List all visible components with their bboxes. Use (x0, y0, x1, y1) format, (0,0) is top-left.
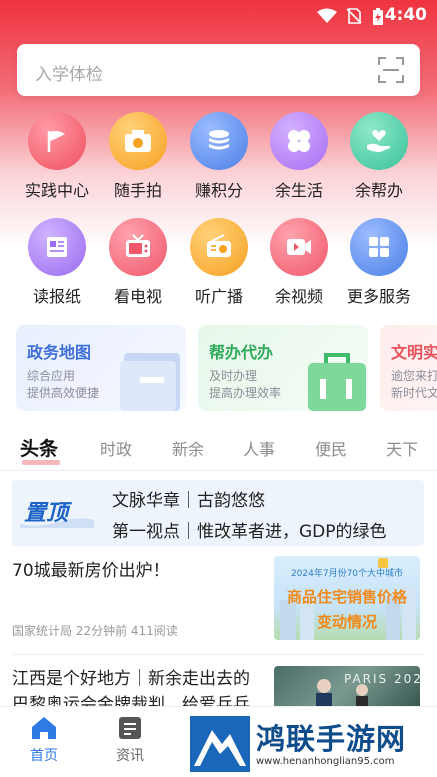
news-tabs: 头条 时政 新余 人事 便民 天下 (0, 428, 437, 468)
watermark-logo (190, 716, 250, 772)
nav-news[interactable]: 资讯 (100, 715, 160, 765)
thumbnail-caption: 商品住宅销售价格 (286, 588, 407, 606)
pinned-headline[interactable]: 第一视点｜惟改革者进，GDP的绿色 (112, 517, 387, 542)
service-label: 余生活 (274, 181, 323, 200)
radio-icon (190, 218, 248, 276)
pinned-badge: 置顶 (20, 501, 94, 528)
service-watch-tv[interactable]: 看电视 (98, 218, 178, 307)
status-bar: 4:40 (0, 0, 437, 30)
service-more[interactable]: 更多服务 (339, 218, 419, 307)
news-meta: 国家统计局 22分钟前 411阅读 (12, 624, 178, 638)
service-label: 随手拍 (113, 181, 162, 200)
news-item[interactable]: 江西是个好地方｜新余走出去的巴黎奥运会金牌裁判，给爱乒乓 PARIS 2024 (0, 664, 437, 715)
service-read-newspaper[interactable]: 读报纸 (17, 218, 97, 307)
battery-charging-icon (373, 8, 383, 25)
nav-home[interactable]: 首页 (14, 715, 74, 765)
tab-world[interactable]: 天下 (386, 436, 418, 460)
card-title: 政务地图 (27, 343, 92, 362)
four-petal-icon (270, 112, 328, 170)
pinned-news[interactable]: 置顶 文脉华章｜古韵悠悠 第一视点｜惟改革者进，GDP的绿色 (12, 480, 424, 546)
video-play-icon (270, 218, 328, 276)
divider (12, 654, 425, 655)
service-label: 听广播 (194, 287, 243, 306)
service-yu-life[interactable]: 余生活 (259, 112, 339, 201)
service-label: 实践中心 (24, 181, 89, 200)
card-civilization[interactable]: 文明实 逾您来打 新时代文 (380, 325, 437, 411)
status-time: 4:40 (384, 5, 427, 25)
grid-apps-icon (350, 218, 408, 276)
service-practice-center[interactable]: 实践中心 (17, 112, 97, 201)
heart-hand-icon (350, 112, 408, 170)
card-subtitle: 及时办理 (209, 369, 258, 383)
pinned-badge-text: 置顶 (24, 501, 73, 526)
search-placeholder: 入学体检 (35, 65, 103, 85)
tab-personnel[interactable]: 人事 (243, 436, 275, 460)
card-subtitle: 综合应用 (27, 369, 76, 383)
thumbnail-caption: 变动情况 (316, 613, 377, 631)
card-help-agency[interactable]: 帮办代办 及时办理 提高办理效率 (198, 325, 368, 411)
tab-xinyu[interactable]: 新余 (172, 436, 204, 460)
card-gov-map[interactable]: 政务地图 综合应用 提供高效便捷 (16, 325, 186, 411)
card-subtitle: 提供高效便捷 (27, 386, 100, 400)
service-earn-points[interactable]: 赚积分 (179, 112, 259, 201)
service-label: 更多服务 (346, 287, 411, 306)
watermark-url: www.henanhonglian95.com (256, 756, 395, 767)
search-bar[interactable]: 入学体检 (17, 44, 420, 96)
nav-label: 资讯 (116, 748, 144, 764)
watermark-banner: 鸿联手游网 www.henanhonglian95.com (186, 712, 437, 776)
service-label: 看电视 (113, 287, 162, 306)
service-label: 余帮办 (354, 181, 403, 200)
pinned-headline[interactable]: 文脉华章｜古韵悠悠 (112, 486, 265, 511)
divider (0, 470, 437, 471)
service-radio[interactable]: 听广播 (179, 218, 259, 307)
newspaper-icon (28, 218, 86, 276)
scan-icon[interactable] (378, 57, 404, 83)
camera-icon (109, 112, 167, 170)
service-snapshot[interactable]: 随手拍 (98, 112, 178, 201)
service-label: 余视频 (274, 287, 323, 306)
tab-politics[interactable]: 时政 (100, 436, 132, 460)
thumbnail-caption: 2024年7月份70个大中城市 (290, 569, 404, 579)
nav-label: 首页 (30, 748, 58, 764)
card-subtitle: 逾您来打 (391, 369, 437, 383)
card-title: 帮办代办 (209, 343, 274, 362)
feature-cards: 政务地图 综合应用 提供高效便捷 帮办代办 及时办理 提高办理效率 文明实 逾您… (0, 325, 437, 413)
card-subtitle: 提高办理效率 (209, 386, 282, 400)
map-board-icon (120, 353, 180, 411)
home-icon (32, 717, 56, 739)
card-title: 文明实 (391, 343, 437, 362)
service-label: 读报纸 (32, 287, 81, 306)
briefcase-icon (308, 353, 366, 411)
service-yu-help[interactable]: 余帮办 (339, 112, 419, 201)
thumbnail-caption: PARIS 2024 (344, 672, 420, 686)
watermark-title: 鸿联手游网 (256, 722, 407, 756)
news-thumbnail[interactable]: 2024年7月份70个大中城市 商品住宅销售价格 变动情况 (274, 556, 420, 640)
news-item[interactable]: 70城最新房价出炉！ 国家统计局 22分钟前 411阅读 2024年7月份70个… (0, 556, 437, 648)
card-subtitle: 新时代文 (391, 386, 437, 400)
news-thumbnail[interactable]: PARIS 2024 (274, 666, 420, 710)
flag-icon (28, 112, 86, 170)
tv-icon (109, 218, 167, 276)
news-icon (119, 717, 141, 739)
coins-stack-icon (190, 112, 248, 170)
tab-headlines[interactable]: 头条 (20, 434, 58, 461)
service-yu-video[interactable]: 余视频 (259, 218, 339, 307)
no-sim-icon (346, 8, 362, 24)
news-title[interactable]: 70城最新房价出炉！ (12, 558, 262, 584)
wifi-icon (317, 8, 337, 23)
service-label: 赚积分 (194, 181, 243, 200)
tab-public-service[interactable]: 便民 (315, 436, 347, 460)
